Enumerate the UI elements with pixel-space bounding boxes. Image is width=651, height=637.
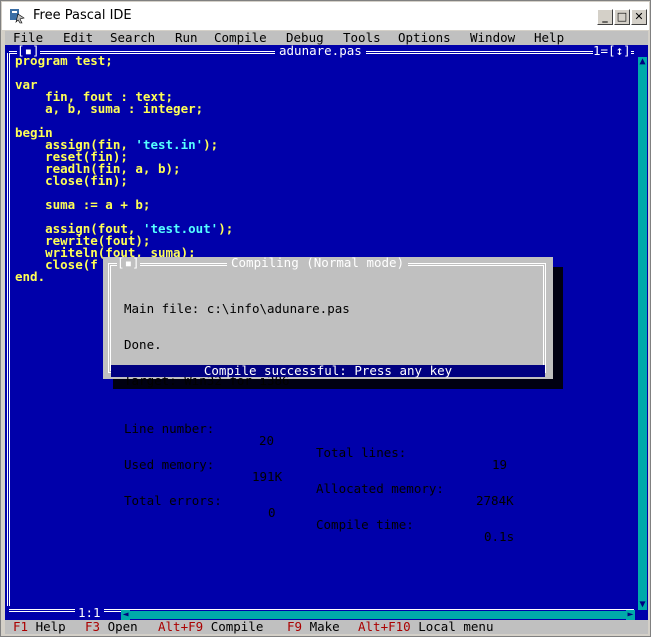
compile-status-bar: Compile successful: Press any key bbox=[111, 364, 545, 377]
menu-help[interactable]: Help bbox=[534, 31, 564, 45]
code-line[interactable] bbox=[15, 115, 635, 127]
status-bar: F1 Help F3 Open Alt+F9 Compile F9 Make A… bbox=[5, 620, 648, 634]
used-memory-label: Used memory: bbox=[124, 457, 215, 472]
menu-run[interactable]: Run bbox=[175, 31, 198, 45]
scroll-up-arrow-icon[interactable]: ▲ bbox=[638, 57, 647, 67]
line-number-label: Line number: bbox=[124, 421, 215, 436]
menu-compile[interactable]: Compile bbox=[214, 31, 267, 45]
code-line[interactable]: program test; bbox=[15, 54, 635, 67]
code-line[interactable]: suma := a + b; bbox=[15, 198, 635, 211]
dialog-title: Compiling (Normal mode) bbox=[227, 256, 409, 269]
used-memory-value: 191K bbox=[252, 469, 283, 484]
line-number-value: 20 bbox=[259, 433, 275, 448]
maximize-button[interactable]: □ bbox=[614, 9, 630, 25]
status-open[interactable]: F3 Open bbox=[85, 620, 138, 634]
free-pascal-icon bbox=[10, 9, 25, 24]
compile-time-value: 0.1s bbox=[484, 529, 515, 544]
total-errors-label: Total errors: bbox=[124, 493, 222, 508]
minimize-button[interactable]: _ bbox=[597, 9, 613, 25]
code-line[interactable]: close(fin); bbox=[15, 174, 635, 187]
total-errors-value: 0 bbox=[268, 505, 276, 520]
dialog-close-box[interactable]: [▪] bbox=[117, 256, 140, 269]
status-local-menu[interactable]: Alt+F10 Local menu bbox=[358, 620, 493, 634]
ide-client-area: File Edit Search Run Compile Debug Tools… bbox=[5, 31, 648, 634]
close-button[interactable]: ✕ bbox=[631, 9, 647, 25]
menu-search[interactable]: Search bbox=[110, 31, 155, 45]
cursor-position: 1:1 bbox=[75, 606, 104, 619]
compiling-dialog[interactable]: [▪] Compiling (Normal mode) Main file: c… bbox=[103, 256, 553, 543]
app-window: Free Pascal IDE _ □ ✕ File Edit Search R… bbox=[0, 0, 651, 637]
done-text: Done. bbox=[124, 337, 162, 352]
title-bar: Free Pascal IDE _ □ ✕ bbox=[2, 2, 649, 30]
menu-window[interactable]: Window bbox=[470, 31, 515, 45]
compile-time-label: Compile time: bbox=[316, 517, 414, 532]
main-file-label: Main file: bbox=[124, 301, 200, 316]
status-compile[interactable]: Alt+F9 Compile bbox=[158, 620, 263, 634]
menu-options[interactable]: Options bbox=[398, 31, 451, 45]
editor-frame-left bbox=[7, 53, 13, 606]
vertical-scrollbar[interactable]: ▲ ▼ bbox=[638, 57, 647, 610]
status-help[interactable]: F1 Help bbox=[13, 620, 66, 634]
code-line[interactable]: a, b, suma : integer; bbox=[15, 102, 635, 115]
menu-edit[interactable]: Edit bbox=[63, 31, 93, 45]
code-line[interactable] bbox=[15, 67, 635, 79]
code-area[interactable]: program test; var fin, fout : text; a, b,… bbox=[15, 54, 635, 283]
allocated-memory-value: 2784K bbox=[476, 493, 514, 508]
dialog-info: Main file: c:\info\adunare.pas Done. Tar… bbox=[124, 279, 514, 543]
horizontal-scrollbar[interactable]: ◄ ► bbox=[121, 610, 635, 620]
window-title: Free Pascal IDE bbox=[33, 8, 132, 23]
scroll-down-arrow-icon[interactable]: ▼ bbox=[638, 600, 647, 610]
main-file-value: c:\info\adunare.pas bbox=[206, 301, 350, 316]
scroll-right-arrow-icon[interactable]: ► bbox=[626, 610, 635, 620]
status-make[interactable]: F9 Make bbox=[287, 620, 340, 634]
total-lines-value: 19 bbox=[492, 457, 508, 472]
